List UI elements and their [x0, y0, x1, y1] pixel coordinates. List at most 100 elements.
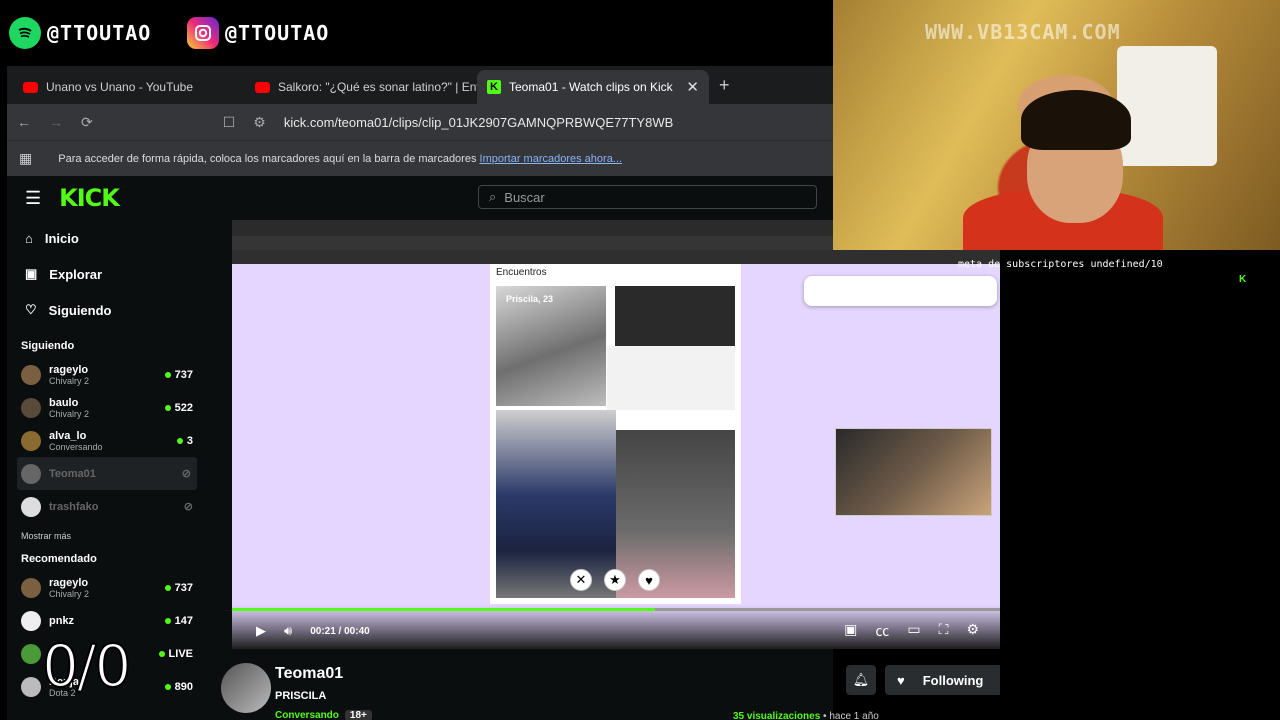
search-icon: ⌕: [489, 189, 497, 204]
avatar: [21, 676, 41, 697]
video-player[interactable]: Encuentros Priscila, 23 ✕ ★ ♥ ▶ 🔊︎ 00:21…: [232, 220, 1001, 649]
subs-goal-bar: [865, 277, 991, 282]
tab-label: Unano vs Unano - YouTube: [46, 80, 193, 94]
tab-label: Teoma01 - Watch clips on Kick: [509, 80, 673, 94]
heart-icon: ♥: [897, 672, 905, 688]
theater-icon[interactable]: ▭: [907, 621, 920, 641]
wall-jersey: [1117, 46, 1217, 166]
views-line: 35 visualizaciones • hace 1 año: [733, 711, 879, 720]
kick-small-icon: K: [1239, 274, 1247, 285]
kick-page: ☰ KICK ⌕ Buscar ⌂ Inicio ▣ Explorar ♡ Sigui…: [7, 176, 1003, 720]
import-bookmarks-link[interactable]: Importar marcadores ahora...: [480, 153, 622, 165]
pip-icon[interactable]: ▣: [844, 621, 857, 641]
avatar: [21, 430, 41, 451]
channel-name[interactable]: Teoma01: [275, 665, 343, 683]
search-placeholder: Buscar: [504, 189, 545, 205]
profile-photo: [607, 346, 735, 410]
control-right-group: ▣ ㏄ ▭ ⛶ ⚙: [844, 621, 1001, 641]
avatar: [21, 610, 41, 631]
play-icon[interactable]: ▶: [256, 623, 266, 639]
social-strip: @TTOUTAO @TTOUTAO: [0, 0, 833, 66]
search-input[interactable]: ⌕ Buscar: [478, 185, 817, 209]
avatar: [21, 496, 41, 517]
bookmarks-bar: ▦ Para acceder de forma rápida, coloca l…: [7, 140, 833, 176]
channel-item[interactable]: baulo Chivalry 2 522: [7, 391, 199, 424]
tab-youtube-2[interactable]: Salkoro: "¿Qué es sonar latino?" | Ent: [245, 70, 477, 104]
sidebar-item-inicio[interactable]: ⌂ Inicio: [7, 220, 199, 256]
forward-icon[interactable]: →: [49, 114, 63, 130]
avatar: [21, 577, 41, 598]
new-tab-button[interactable]: +: [709, 75, 740, 104]
facecam-thumbnail: [835, 428, 992, 516]
kick-logo[interactable]: KICK: [59, 184, 120, 212]
menu-icon[interactable]: ☰: [25, 188, 41, 209]
settings-icon[interactable]: ⚙: [966, 621, 979, 641]
dislike-button[interactable]: ✕: [570, 569, 592, 591]
spotify-tag: @TTOUTAO: [9, 17, 151, 49]
overlay-counter: 0/0: [41, 631, 132, 701]
captions-icon[interactable]: ㏄: [875, 621, 889, 641]
offline-icon: ⊘: [181, 468, 191, 480]
avatar: [21, 397, 41, 418]
show-more-link[interactable]: Mostrar más: [7, 531, 199, 541]
bookmarks-hint: Para acceder de forma rápida, coloca los…: [58, 152, 622, 165]
recommended-title: Recomendado: [21, 553, 97, 565]
tab-strip: Unano vs Unano - YouTube Salkoro: "¿Qué …: [7, 66, 833, 104]
live-dot: [164, 404, 171, 411]
volume-icon[interactable]: 🔊︎: [284, 623, 292, 639]
like-button[interactable]: ♥: [638, 569, 660, 591]
swipe-buttons: ✕ ★ ♥: [570, 569, 660, 591]
offline-icon: ⊘: [183, 501, 193, 513]
progress-fill: [232, 608, 655, 611]
live-dot: [158, 650, 165, 657]
channel-item[interactable]: alva_lo Conversando 3: [7, 424, 199, 457]
explore-icon: ▣: [25, 266, 38, 281]
youtube-icon: [255, 81, 270, 93]
star-button[interactable]: ★: [604, 569, 626, 591]
url-field[interactable]: kick.com/teoma01/clips/clip_01JK2907GAMN…: [284, 115, 673, 130]
right-panel: [1000, 250, 1280, 720]
clip-title: PRISCILA: [275, 690, 327, 702]
channel-item[interactable]: trashfako ⊘: [7, 490, 199, 523]
following-title: Siguiendo: [21, 340, 75, 352]
webcam-overlay: WWW.VB13CAM.COM: [833, 0, 1280, 250]
live-dot: [164, 584, 171, 591]
screen: @TTOUTAO @TTOUTAO Unano vs Unano - YouTu…: [0, 0, 1280, 720]
kick-icon: K: [487, 80, 501, 94]
watermark: WWW.VB13CAM.COM: [925, 20, 1121, 44]
channel-item[interactable]: rageylo Chivalry 2 737: [7, 358, 199, 391]
apps-icon[interactable]: ▦: [19, 150, 32, 167]
notifications-button[interactable]: 🔔︎: [846, 665, 876, 695]
profile-photo: [496, 286, 606, 406]
spotify-icon: [9, 17, 41, 49]
instagram-tag: @TTOUTAO: [187, 17, 329, 49]
progress-bar[interactable]: [232, 608, 1001, 611]
tab-youtube-1[interactable]: Unano vs Unano - YouTube: [13, 70, 245, 104]
age-badge: 18+: [344, 710, 372, 720]
reload-icon[interactable]: ⟳: [81, 114, 93, 131]
close-icon[interactable]: ✕: [686, 78, 699, 96]
category-link[interactable]: Conversando: [275, 710, 339, 720]
tab-kick[interactable]: K Teoma01 - Watch clips on Kick ✕: [477, 70, 709, 104]
time-display: 00:21 / 00:40: [310, 625, 370, 637]
youtube-icon: [23, 81, 38, 93]
sidebar-item-explorar[interactable]: ▣ Explorar: [7, 256, 199, 292]
fullscreen-icon[interactable]: ⛶: [939, 621, 949, 641]
sidebar-item-siguiendo[interactable]: ♡ Siguiendo: [7, 292, 199, 328]
heart-icon: ♡: [25, 302, 37, 317]
home-icon: ⌂: [25, 230, 33, 246]
address-bar-row: ← → ⟳ ☐ ⚙ kick.com/teoma01/clips/clip_01…: [7, 104, 833, 140]
site-info-icon[interactable]: ⚙: [253, 114, 266, 131]
channel-item-selected[interactable]: Teoma01 ⊘: [17, 457, 197, 490]
avatar: [21, 463, 41, 484]
channel-item[interactable]: rageylo Chivalry 2 737: [7, 571, 199, 604]
back-icon[interactable]: ←: [17, 114, 31, 130]
panel-title: Encuentros: [496, 267, 547, 278]
streamer-hair: [1021, 90, 1131, 150]
bookmark-icon[interactable]: ☐: [223, 114, 236, 131]
profile-label: Priscila, 23: [506, 294, 554, 304]
channel-avatar[interactable]: [221, 663, 271, 713]
avatar: [21, 643, 41, 664]
clip-info: Teoma01 PRISCILA Conversando 18+ 🔔︎ ♥ Fo…: [221, 649, 1005, 720]
follow-button[interactable]: ♥ Following: [885, 665, 1003, 695]
